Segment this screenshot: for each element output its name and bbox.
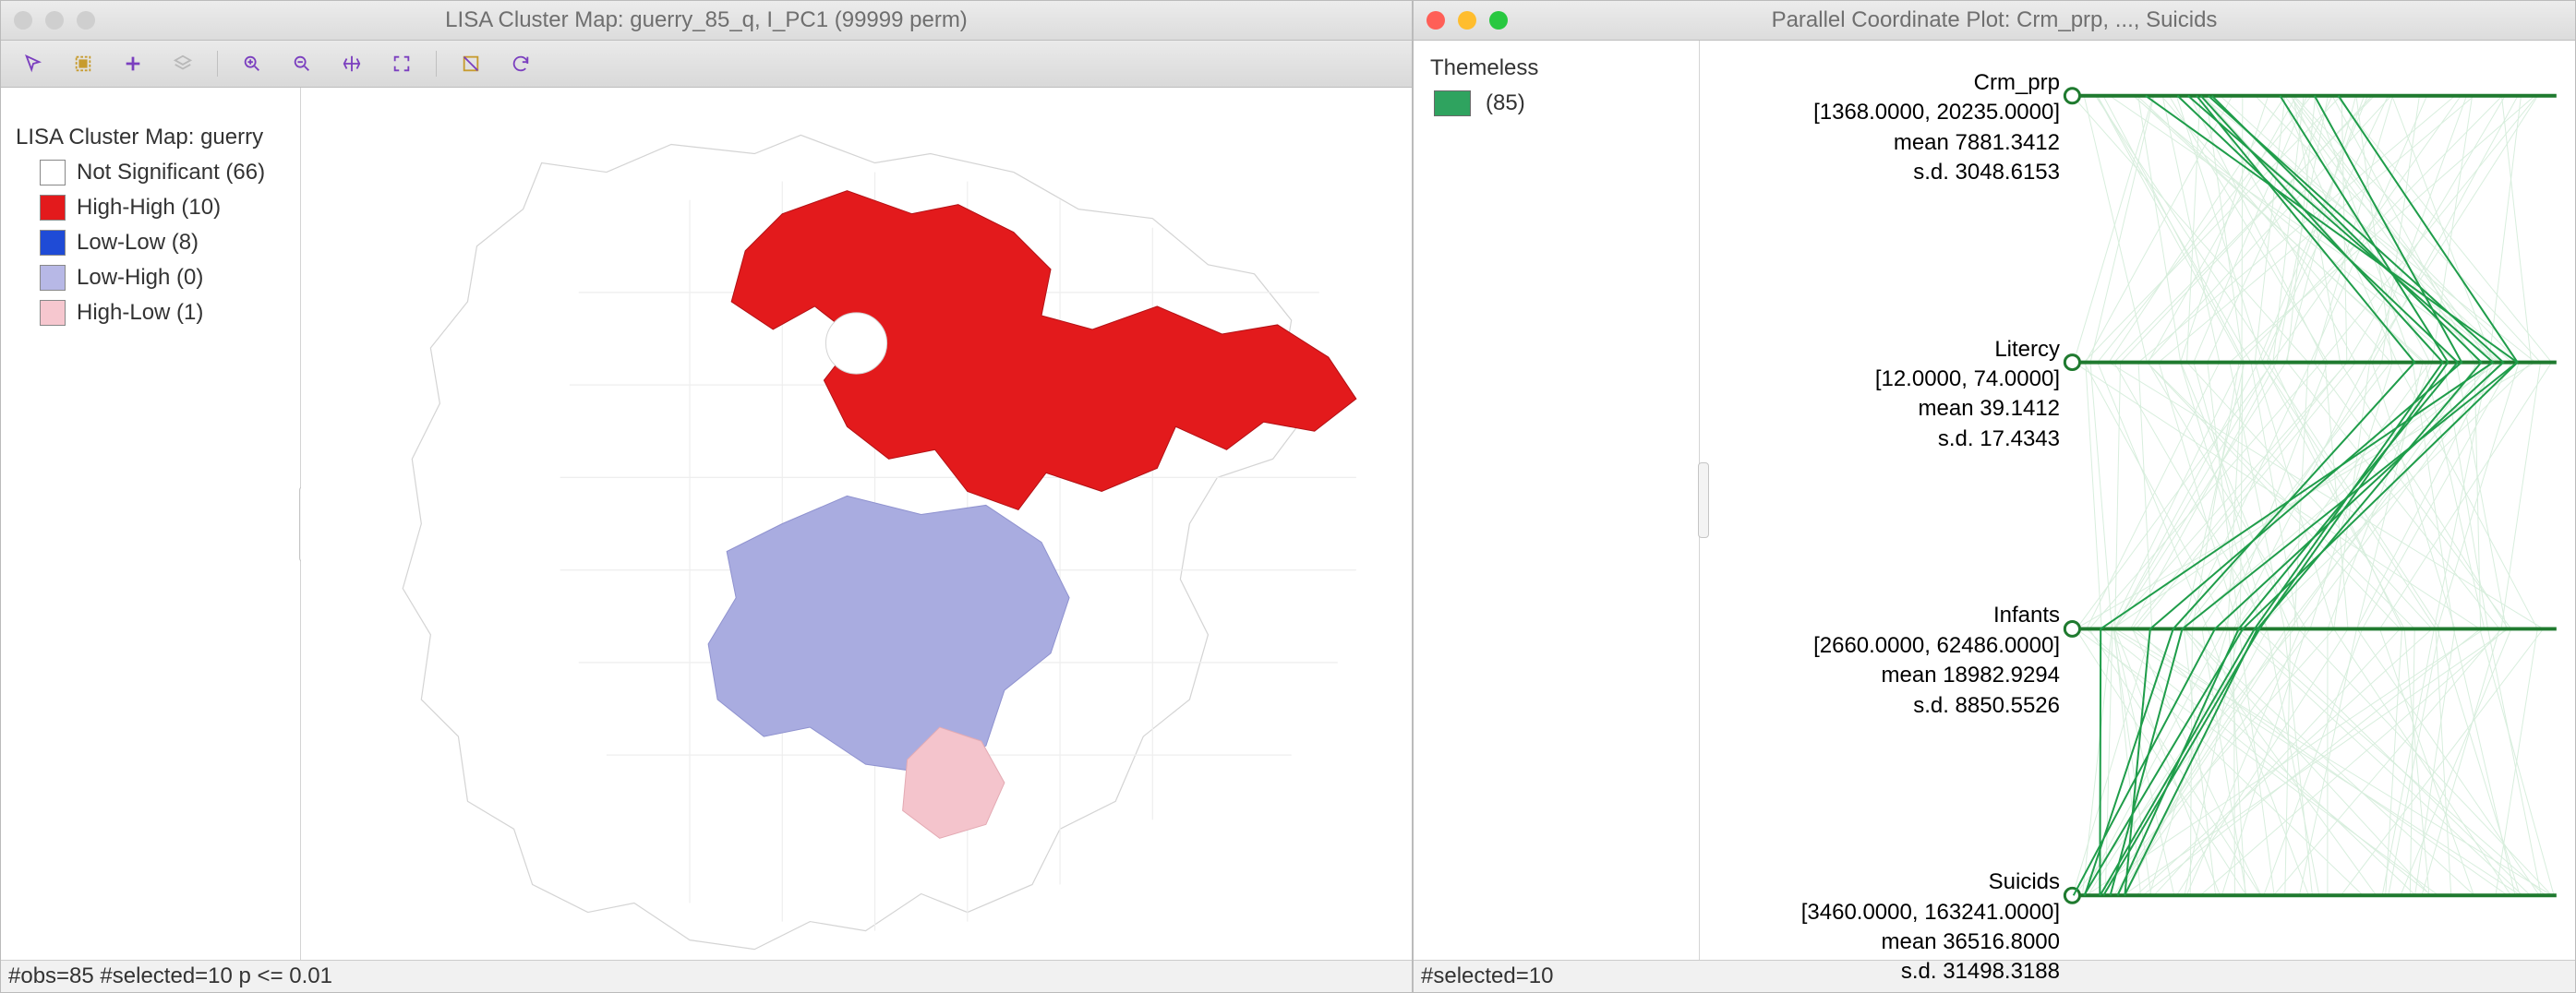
legend-label: Low-Low (8)	[77, 230, 199, 256]
swatch-icon	[40, 265, 66, 291]
plus-icon[interactable]	[117, 48, 149, 79]
status-text: #selected=10	[1421, 963, 1553, 989]
legend-label: High-Low (1)	[77, 300, 203, 326]
theme-pane: Themeless (85)	[1414, 41, 1700, 960]
legend-item-high-low[interactable]: High-Low (1)	[40, 300, 289, 326]
pan-icon[interactable]	[336, 48, 367, 79]
arrow-icon[interactable]	[18, 48, 49, 79]
pcp-plot[interactable]: Crm_prp[1368.0000, 20235.0000]mean 7881.…	[1700, 41, 2575, 960]
legend-title: LISA Cluster Map: guerry	[16, 125, 289, 150]
map-canvas[interactable]	[301, 88, 1412, 960]
swatch-icon	[40, 195, 66, 221]
status-bar: #obs=85 #selected=10 p <= 0.01	[1, 960, 1412, 992]
window-controls	[14, 11, 95, 30]
lisa-map-window: LISA Cluster Map: guerry_85_q, I_PC1 (99…	[0, 0, 1413, 993]
theme-title: Themeless	[1430, 55, 1682, 81]
refresh-icon[interactable]	[505, 48, 536, 79]
toolbar-separator	[217, 51, 218, 77]
minimize-icon[interactable]	[45, 11, 64, 30]
legend-item-high-high[interactable]: High-High (10)	[40, 195, 289, 221]
legend-item-low-high[interactable]: Low-High (0)	[40, 265, 289, 291]
zoom-icon[interactable]	[77, 11, 95, 30]
zoom-in-icon[interactable]	[236, 48, 268, 79]
legend-label: Low-High (0)	[77, 265, 203, 291]
close-icon[interactable]	[1426, 11, 1445, 30]
zoom-icon[interactable]	[1489, 11, 1508, 30]
select-rect-icon[interactable]	[67, 48, 99, 79]
swatch-icon	[40, 300, 66, 326]
theme-count: (85)	[1486, 90, 1525, 116]
window-controls	[1426, 11, 1508, 30]
legend-label: High-High (10)	[77, 195, 221, 221]
status-text: #obs=85 #selected=10 p <= 0.01	[8, 963, 332, 989]
theme-item[interactable]: (85)	[1434, 90, 1682, 116]
swatch-icon	[40, 160, 66, 185]
zoom-out-icon[interactable]	[286, 48, 318, 79]
swatch-icon	[40, 230, 66, 256]
layers-icon[interactable]	[167, 48, 199, 79]
close-icon[interactable]	[14, 11, 32, 30]
selection-shape-icon[interactable]	[455, 48, 487, 79]
swatch-icon	[1434, 90, 1471, 116]
pcp-window: Parallel Coordinate Plot: Crm_prp, ..., …	[1413, 0, 2576, 993]
extent-icon[interactable]	[386, 48, 417, 79]
minimize-icon[interactable]	[1458, 11, 1476, 30]
window-title: Parallel Coordinate Plot: Crm_prp, ..., …	[1414, 7, 2575, 33]
titlebar[interactable]: LISA Cluster Map: guerry_85_q, I_PC1 (99…	[1, 1, 1412, 41]
legend-item-low-low[interactable]: Low-Low (8)	[40, 230, 289, 256]
legend-label: Not Significant (66)	[77, 160, 265, 185]
toolbar	[1, 41, 1412, 88]
titlebar[interactable]: Parallel Coordinate Plot: Crm_prp, ..., …	[1414, 1, 2575, 41]
legend-item-not-significant[interactable]: Not Significant (66)	[40, 160, 289, 185]
window-title: LISA Cluster Map: guerry_85_q, I_PC1 (99…	[1, 7, 1412, 33]
toolbar-separator	[436, 51, 437, 77]
axis-sd: s.d. 31498.3188	[1901, 959, 2060, 984]
legend-pane: LISA Cluster Map: guerry Not Significant…	[1, 88, 301, 960]
